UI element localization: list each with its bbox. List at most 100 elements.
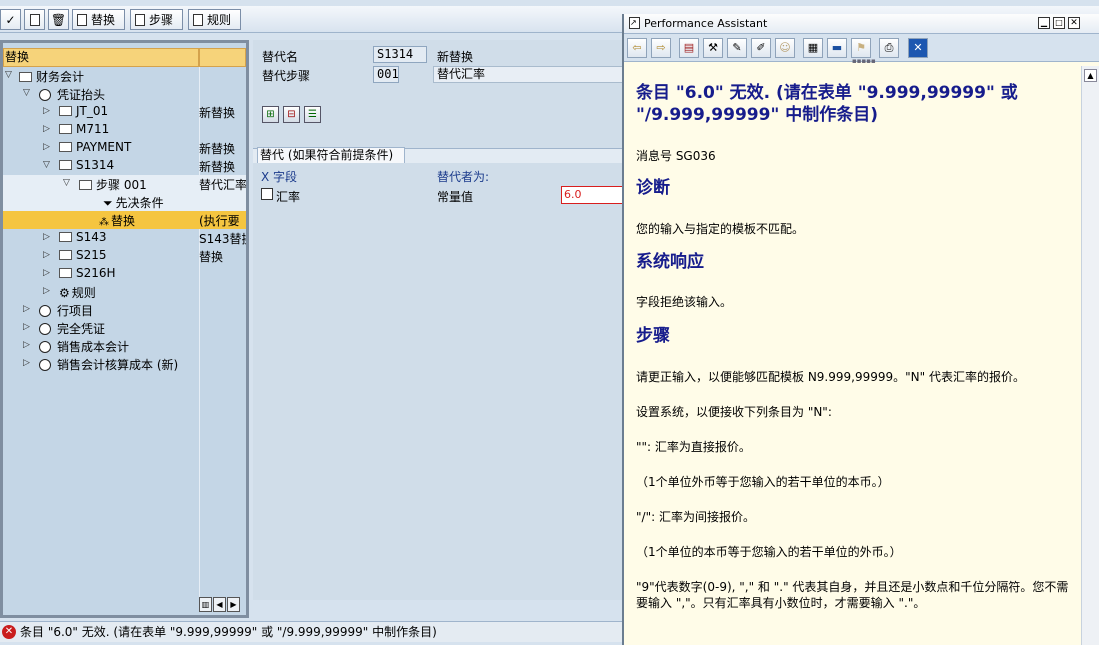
folder-icon: [59, 142, 72, 152]
diagnosis-text: 您的输入与指定的模板不匹配。: [636, 222, 805, 236]
bookmark-icon[interactable]: ⚑: [851, 38, 871, 58]
status-bar: ✕ 条目 "6.0" 无效. (请在表单 "9.999,99999" 或 "/9…: [0, 621, 622, 642]
rule-icon: ⚙: [59, 286, 70, 300]
clock-icon: [39, 341, 51, 353]
folder-icon: [59, 232, 72, 242]
resize-grip-icon[interactable]: ▪▪▪▪▪: [852, 57, 876, 65]
procedure-text-4: （1个单位外币等于您输入的若干单位的本币。）: [636, 475, 890, 489]
value-input-error[interactable]: 6.0: [561, 186, 623, 204]
chevron-right-icon[interactable]: ▷: [43, 105, 53, 117]
tree-node-doc-header[interactable]: ▽ 凭证抬头: [3, 85, 246, 103]
tree-node-precondition[interactable]: ⏷ 先决条件: [3, 193, 246, 211]
help-scrollbar[interactable]: ▲: [1081, 66, 1099, 645]
tree-node-s215[interactable]: ▷ S215 替换: [3, 247, 246, 265]
window-icon: ↗: [629, 17, 640, 29]
error-icon: ✕: [2, 625, 16, 639]
tree-node-s143[interactable]: ▷ S143 S143替换: [3, 229, 246, 247]
user-icon[interactable]: ☺: [775, 38, 795, 58]
filter-icon: ⏷: [103, 196, 113, 210]
step-field[interactable]: 001: [373, 66, 399, 83]
clock-icon: [39, 305, 51, 317]
delete-icon[interactable]: 🗑: [48, 9, 69, 30]
sub-name-desc: 新替换: [437, 50, 474, 64]
chevron-right-icon[interactable]: ▷: [23, 339, 33, 351]
tree-header-col1[interactable]: 替换: [3, 48, 199, 67]
forward-icon[interactable]: ⇨: [651, 38, 671, 58]
tree-node-complete-doc[interactable]: ▷ 完全凭证: [3, 319, 246, 337]
tree-node-s216h[interactable]: ▷ S216H: [3, 265, 246, 283]
tree-node-cost-of-sales[interactable]: ▷ 销售成本会计: [3, 337, 246, 355]
chevron-right-icon[interactable]: ▷: [23, 321, 33, 333]
procedure-text-6: （1个单位的本币等于您输入的若干单位的外币。）: [636, 545, 902, 559]
tree-node-jt01[interactable]: ▷ JT_01 新替换: [3, 103, 246, 121]
field-checkbox[interactable]: [261, 188, 273, 200]
tree-header: 替换: [3, 48, 246, 67]
scroll-left-icon[interactable]: ◀: [213, 597, 226, 612]
copy-icon[interactable]: [24, 9, 45, 30]
scroll-right-icon[interactable]: ▶: [227, 597, 240, 612]
delete-row-icon[interactable]: ⊟: [283, 106, 300, 123]
col-sub-header: 替代者为:: [437, 170, 490, 184]
tree-node-fi[interactable]: ▽ 财务会计: [3, 67, 246, 85]
sub-type: 常量值: [437, 190, 474, 204]
tree-header-col2[interactable]: [199, 48, 246, 67]
step-label: 替代步骤: [262, 69, 311, 83]
chevron-down-icon[interactable]: ▽: [23, 87, 33, 99]
sub-name-field[interactable]: S1314: [373, 46, 427, 63]
scroll-up-icon[interactable]: ▲: [1084, 69, 1097, 82]
system-response-title: 系统响应: [636, 252, 704, 272]
help-title: Performance Assistant: [644, 17, 768, 30]
close-icon[interactable]: ✕: [1068, 17, 1080, 29]
replace-button[interactable]: 替换: [72, 9, 125, 30]
clock-icon: [39, 359, 51, 371]
chevron-down-icon[interactable]: ▽: [43, 159, 53, 171]
document-icon: [135, 13, 145, 26]
link-icon[interactable]: ▬: [827, 38, 847, 58]
chevron-down-icon[interactable]: ▽: [63, 177, 73, 189]
chevron-right-icon[interactable]: ▷: [43, 249, 53, 261]
tree-node-line-item[interactable]: ▷ 行项目: [3, 301, 246, 319]
col-field-header[interactable]: X 字段: [261, 168, 297, 185]
group-title: 替代 (如果符合前提条件): [257, 147, 405, 163]
chevron-down-icon[interactable]: ▽: [5, 69, 15, 81]
tree-node-cost-of-sales-new[interactable]: ▷ 销售会计核算成本 (新): [3, 355, 246, 373]
print-icon[interactable]: ⎙: [879, 38, 899, 58]
tree-node-payment[interactable]: ▷ PAYMENT 新替换: [3, 139, 246, 157]
column-resize-icon[interactable]: ▥: [199, 597, 212, 612]
chevron-right-icon[interactable]: ▷: [43, 285, 53, 297]
step-button[interactable]: 步骤: [130, 9, 183, 30]
chevron-right-icon[interactable]: ▷: [43, 267, 53, 279]
diagnosis-title: 诊断: [636, 178, 670, 198]
document-icon: [77, 13, 87, 26]
edit-icon[interactable]: ✎: [727, 38, 747, 58]
procedure-text-7: "9"代表数字(0-9), "," 和 "." 代表其自身，并且还是小数点和千位…: [636, 580, 1069, 610]
maximize-icon[interactable]: □: [1053, 17, 1065, 29]
back-icon[interactable]: ⇦: [627, 38, 647, 58]
tree-node-m711[interactable]: ▷ M711: [3, 121, 246, 139]
system-response-text: 字段拒绝该输入。: [636, 295, 733, 309]
details-icon[interactable]: ☰: [304, 106, 321, 123]
check-icon[interactable]: ✓: [0, 9, 21, 30]
chevron-right-icon[interactable]: ▷: [43, 231, 53, 243]
tree-node-s1314[interactable]: ▽ S1314 新替换: [3, 157, 246, 175]
chevron-right-icon[interactable]: ▷: [43, 141, 53, 153]
glossary-icon[interactable]: ▦: [803, 38, 823, 58]
notes-icon[interactable]: ✐: [751, 38, 771, 58]
tree-node-substitution-selected[interactable]: ⁂ 替换 (执行要: [3, 211, 246, 229]
help-heading: 条目 "6.0" 无效. (请在表单 "9.999,99999" 或 "/9.9…: [636, 83, 1018, 125]
rule-button[interactable]: 规则: [188, 9, 241, 30]
chevron-right-icon[interactable]: ▷: [23, 303, 33, 315]
help-titlebar: ↗ Performance Assistant ▁ □ ✕: [624, 14, 1099, 34]
status-message[interactable]: 条目 "6.0" 无效. (请在表单 "9.999,99999" 或 "/9.9…: [20, 622, 437, 642]
book-icon[interactable]: ▤: [679, 38, 699, 58]
insert-row-icon[interactable]: ⊞: [262, 106, 279, 123]
minimize-icon[interactable]: ▁: [1038, 17, 1050, 29]
close-assistant-icon[interactable]: ✕: [908, 38, 928, 58]
help-content: 条目 "6.0" 无效. (请在表单 "9.999,99999" 或 "/9.9…: [624, 66, 1080, 645]
tree-node-rules[interactable]: ▷ ⚙ 规则: [3, 283, 246, 301]
chevron-right-icon[interactable]: ▷: [43, 123, 53, 135]
step-desc-field[interactable]: 替代汇率: [433, 66, 625, 83]
tree-node-step-001[interactable]: ▽ 步骤 001 替代汇率: [3, 175, 246, 193]
technical-info-icon[interactable]: ⚒: [703, 38, 723, 58]
chevron-right-icon[interactable]: ▷: [23, 357, 33, 369]
